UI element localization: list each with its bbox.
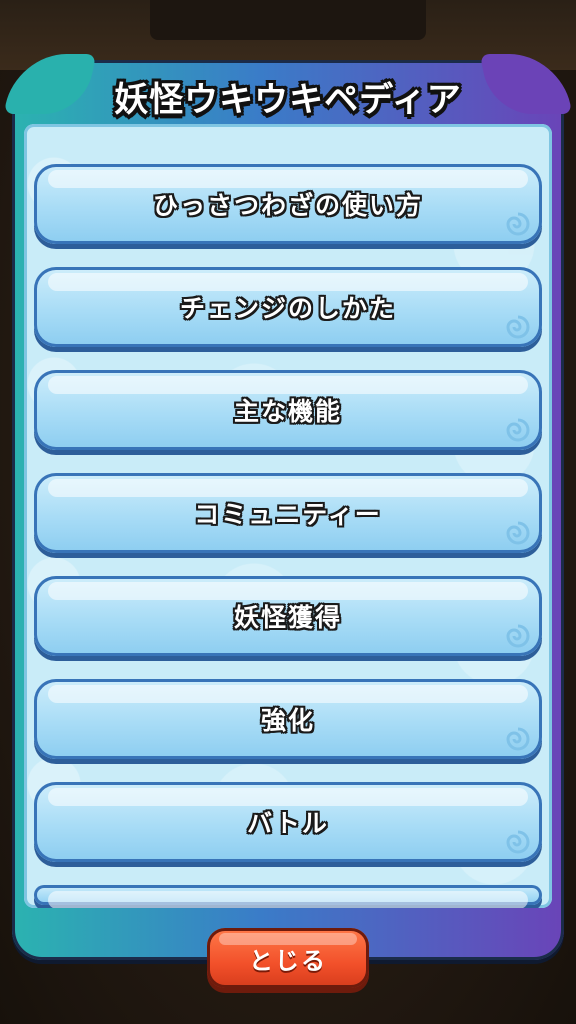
swirl-icon — [506, 212, 530, 236]
menu-list: ひっさつわざの使い方 チェンジのしかた 主な機能 コミュニティー 妖怪獲得 強化… — [34, 164, 542, 908]
swirl-icon — [506, 418, 530, 442]
menu-item-change[interactable]: チェンジのしかた — [34, 267, 542, 347]
menu-item-label: コミュニティー — [194, 500, 382, 529]
menu-item-label: チェンジのしかた — [179, 294, 396, 323]
close-button[interactable]: とじる — [207, 928, 369, 988]
menu-item-special-move[interactable]: ひっさつわざの使い方 — [34, 164, 542, 244]
menu-item-label: ひっさつわざの使い方 — [152, 191, 423, 220]
menu-item-label: 妖怪獲得 — [233, 603, 342, 632]
menu-item-community[interactable]: コミュニティー — [34, 473, 542, 553]
menu-list-area[interactable]: ひっさつわざの使い方 チェンジのしかた 主な機能 コミュニティー 妖怪獲得 強化… — [24, 124, 552, 908]
swirl-icon — [506, 624, 530, 648]
swirl-icon — [506, 830, 530, 854]
menu-item-main-features[interactable]: 主な機能 — [34, 370, 542, 450]
wiki-panel: 妖怪ウキウキペディア ひっさつわざの使い方 チェンジのしかた 主な機能 コミュニ… — [3, 54, 573, 960]
background-sign — [150, 0, 426, 40]
menu-item-label: 主な機能 — [233, 397, 342, 426]
swirl-icon — [506, 315, 530, 339]
menu-item-battle[interactable]: バトル — [34, 782, 542, 862]
swirl-icon — [506, 727, 530, 751]
close-button-label: とじる — [249, 946, 327, 975]
swirl-icon — [506, 521, 530, 545]
panel-title: 妖怪ウキウキペディア — [114, 80, 462, 120]
menu-item-enhance[interactable]: 強化 — [34, 679, 542, 759]
menu-item-yokai-acquire[interactable]: 妖怪獲得 — [34, 576, 542, 656]
menu-item-label: 強化 — [260, 706, 315, 735]
menu-item-label: バトル — [247, 809, 329, 838]
menu-item-partial[interactable] — [34, 885, 542, 908]
